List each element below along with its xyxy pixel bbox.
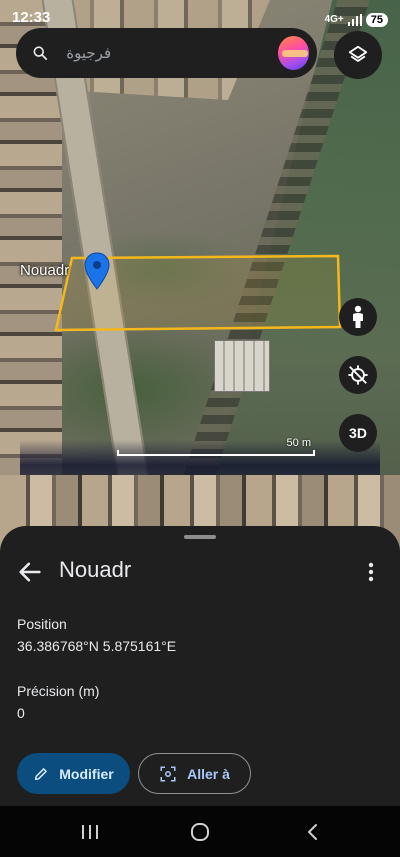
account-avatar[interactable] <box>278 36 309 70</box>
precision-label: Précision (m) <box>17 683 100 699</box>
sheet-header: Nouadr <box>0 556 400 586</box>
layers-button[interactable] <box>334 31 382 79</box>
arrow-back-icon[interactable] <box>16 558 44 586</box>
system-nav-bar <box>0 806 400 857</box>
position-value: 36.386768°N 5.875161°E <box>17 638 177 654</box>
layers-icon <box>348 45 368 62</box>
street-view-button[interactable] <box>339 298 377 336</box>
battery-level: 75 <box>365 12 388 27</box>
three-d-label: 3D <box>349 425 367 441</box>
status-indicators: 4G+ 75 <box>325 9 388 30</box>
search-input[interactable] <box>66 44 261 62</box>
center-focus-icon <box>160 766 176 781</box>
scale-bar: 50 m <box>117 437 315 458</box>
place-bottom-sheet: Nouadr Position 36.386768°N 5.875161°E P… <box>0 526 400 806</box>
goto-label: Aller à <box>187 765 230 782</box>
location-disabled-icon <box>348 365 368 385</box>
pin-label: Nouadr <box>20 262 70 279</box>
back-nav-icon[interactable] <box>302 822 324 842</box>
modify-label: Modifier <box>59 765 114 782</box>
drag-handle[interactable] <box>184 535 216 539</box>
goto-button[interactable]: Aller à <box>138 753 251 794</box>
search-bar[interactable] <box>16 28 317 78</box>
network-type: 4G+ <box>324 14 344 25</box>
status-time: 12:33 <box>12 9 51 26</box>
satellite-map[interactable] <box>0 0 400 560</box>
my-location-button[interactable] <box>339 356 377 394</box>
three-d-button[interactable]: 3D <box>339 414 377 452</box>
modify-button[interactable]: Modifier <box>17 753 130 794</box>
pencil-icon <box>35 767 48 780</box>
signal-icon <box>347 13 362 26</box>
precision-value: 0 <box>17 705 25 721</box>
search-icon <box>33 46 48 60</box>
position-label: Position <box>17 616 67 632</box>
pegman-icon <box>353 305 363 328</box>
scale-label: 50 m <box>286 437 311 449</box>
status-bar: 12:33 4G+ 75 <box>0 0 400 30</box>
recent-apps-icon[interactable] <box>79 822 101 842</box>
map-greenhouse <box>214 340 270 392</box>
sheet-title: Nouadr <box>59 557 132 582</box>
scale-line <box>117 450 315 456</box>
home-icon[interactable] <box>189 822 211 842</box>
map-pin-icon[interactable] <box>83 252 111 290</box>
more-vert-icon[interactable] <box>360 558 382 586</box>
